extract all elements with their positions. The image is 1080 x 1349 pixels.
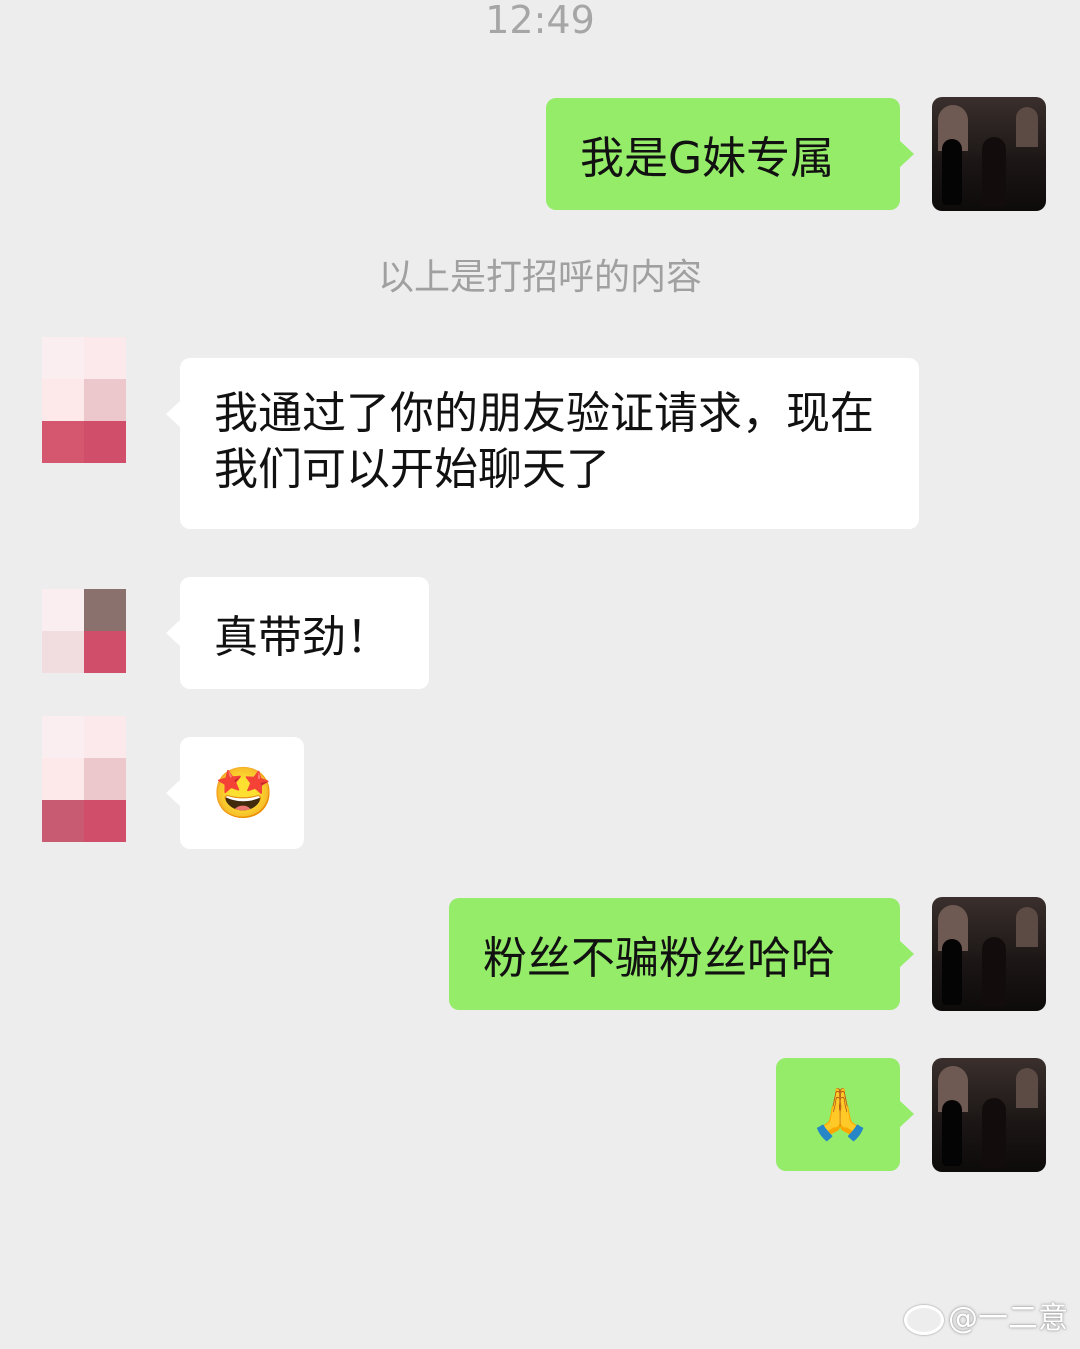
message-bubble-contact[interactable]: 真带劲！ — [166, 577, 429, 689]
chat-timestamp: 12:49 — [485, 0, 595, 42]
self-avatar[interactable] — [932, 1058, 1046, 1172]
message-bubble-contact[interactable]: 我通过了你的朋友验证请求，现在我们可以开始聊天了 — [166, 358, 919, 529]
emoji-bubble-self[interactable]: 🙏 — [776, 1058, 914, 1171]
weibo-watermark: @一二意 — [904, 1299, 1068, 1339]
self-avatar[interactable] — [932, 97, 1046, 211]
message-text: 我通过了你的朋友验证请求，现在我们可以开始聊天了 — [214, 388, 874, 495]
message-text: 我是G妹专属 — [580, 133, 835, 184]
star-struck-emoji-icon: 🤩 — [212, 763, 275, 822]
message-text: 真带劲！ — [214, 612, 390, 663]
greeting-note: 以上是打招呼的内容 — [377, 257, 702, 298]
folded-hands-emoji-icon: 🙏 — [809, 1085, 872, 1143]
message-text: 粉丝不骗粉丝哈哈 — [483, 933, 835, 984]
contact-avatar[interactable] — [42, 337, 126, 463]
watermark-text: @一二意 — [948, 1301, 1068, 1336]
self-avatar[interactable] — [932, 897, 1046, 1011]
message-bubble-self[interactable]: 我是G妹专属 — [546, 98, 914, 210]
contact-avatar[interactable] — [42, 716, 126, 842]
emoji-bubble-contact[interactable]: 🤩 — [166, 737, 304, 849]
message-bubble-self[interactable]: 粉丝不骗粉丝哈哈 — [449, 898, 914, 1010]
contact-avatar[interactable] — [42, 589, 126, 673]
weibo-logo-icon — [904, 1304, 944, 1335]
chat-screen: 12:49 我是G妹专属 以上是打招呼的内容 我通过了你的朋友验证请求，现在我们… — [0, 0, 1080, 1349]
